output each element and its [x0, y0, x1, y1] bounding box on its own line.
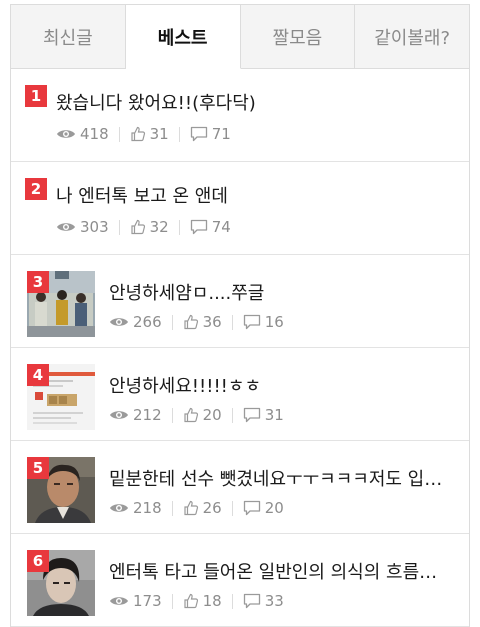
thumbs-up-icon: [131, 219, 145, 235]
comment-count-value: 71: [211, 125, 231, 143]
tab-best[interactable]: 베스트: [125, 5, 241, 69]
comment-count-value: 31: [264, 406, 284, 424]
comment-icon: [243, 593, 260, 609]
view-count-value: 173: [133, 592, 162, 610]
like-count-value: 32: [149, 218, 169, 236]
rank-badge: 5: [27, 457, 49, 479]
list-item[interactable]: 4 안녕하세요!!!!!ㅎㅎ 212 20 31: [11, 348, 469, 441]
view-count: 418: [56, 125, 109, 143]
comment-count-value: 74: [211, 218, 231, 236]
comment-count: 71: [190, 125, 231, 143]
comment-count-value: 33: [264, 592, 284, 610]
comment-count: 31: [243, 406, 284, 424]
list-item[interactable]: 6 엔터톡 타고 들어온 일반인의 의식의 흐름글(... 173 18 33: [11, 534, 469, 627]
divider: [118, 126, 120, 142]
divider: [118, 219, 120, 235]
comment-icon: [190, 126, 207, 142]
view-count-value: 212: [133, 406, 162, 424]
post-meta: 418 31 71: [56, 125, 231, 143]
view-count-value: 266: [133, 313, 162, 331]
comment-icon: [243, 314, 260, 330]
post-title[interactable]: 밑분한테 선수 뺏겼네요ㅜㅜㅋㅋㅋ저도 입덕...: [109, 465, 449, 491]
divider: [171, 500, 173, 516]
list-item[interactable]: 5 밑분한테 선수 뺏겼네요ㅜㅜㅋㅋㅋ저도 입덕... 218 26 20: [11, 441, 469, 534]
rank-badge: 4: [27, 364, 49, 386]
divider: [171, 314, 173, 330]
divider: [231, 407, 233, 423]
list-item[interactable]: 3 안녕하세얌ㅁ....쭈글 266 36 16: [11, 255, 469, 348]
eye-icon: [110, 597, 128, 605]
divider: [231, 500, 233, 516]
rank-badge: 1: [25, 85, 47, 107]
like-count: 36: [183, 313, 222, 331]
post-meta: 266 36 16: [109, 313, 284, 331]
rank-badge: 3: [27, 271, 49, 293]
view-count: 212: [109, 406, 162, 424]
divider: [231, 593, 233, 609]
post-title[interactable]: 나 엔터톡 보고 온 앤데: [56, 182, 456, 208]
rank-badge: 6: [27, 550, 49, 572]
thumbs-up-icon: [184, 593, 198, 609]
like-count-value: 20: [202, 406, 222, 424]
comment-icon: [243, 500, 260, 516]
like-count: 18: [183, 592, 222, 610]
view-count-value: 303: [80, 218, 109, 236]
view-count: 266: [109, 313, 162, 331]
thumbs-up-icon: [184, 314, 198, 330]
view-count: 218: [109, 499, 162, 517]
post-title[interactable]: 안녕하세얌ㅁ....쭈글: [109, 279, 449, 305]
rank-badge: 2: [25, 178, 47, 200]
list-item[interactable]: 2 나 엔터톡 보고 온 앤데 303 32 74: [11, 162, 469, 255]
eye-icon: [57, 130, 75, 138]
divider: [171, 593, 173, 609]
post-list: 1 왔습니다 왔어요!!(후다닥) 418 31 71 2 나 엔터톡 보고 온…: [11, 69, 469, 627]
post-meta: 212 20 31: [109, 406, 284, 424]
comment-count-value: 16: [264, 313, 284, 331]
divider: [231, 314, 233, 330]
view-count-value: 218: [133, 499, 162, 517]
comment-icon: [190, 219, 207, 235]
like-count: 20: [183, 406, 222, 424]
like-count-value: 36: [202, 313, 222, 331]
comment-count: 16: [243, 313, 284, 331]
like-count-value: 26: [202, 499, 222, 517]
post-meta: 173 18 33: [109, 592, 284, 610]
tab-bar: 최신글 베스트 짤모음 같이볼래?: [11, 4, 469, 69]
tab-watch-together[interactable]: 같이볼래?: [355, 5, 469, 68]
like-count: 26: [183, 499, 222, 517]
comment-count: 74: [190, 218, 231, 236]
eye-icon: [110, 504, 128, 512]
thumbs-up-icon: [131, 126, 145, 142]
comment-icon: [243, 407, 260, 423]
eye-icon: [57, 223, 75, 231]
comment-count: 33: [243, 592, 284, 610]
comment-count-value: 20: [264, 499, 284, 517]
divider: [178, 126, 180, 142]
post-title[interactable]: 엔터톡 타고 들어온 일반인의 의식의 흐름글(...: [109, 558, 449, 584]
thumbs-up-icon: [184, 500, 198, 516]
view-count: 173: [109, 592, 162, 610]
post-title[interactable]: 안녕하세요!!!!!ㅎㅎ: [109, 372, 449, 398]
eye-icon: [110, 411, 128, 419]
view-count: 303: [56, 218, 109, 236]
tab-images[interactable]: 짤모음: [241, 5, 356, 68]
tab-latest[interactable]: 최신글: [11, 5, 126, 68]
like-count-value: 18: [202, 592, 222, 610]
divider: [171, 407, 173, 423]
post-meta: 218 26 20: [109, 499, 284, 517]
like-count: 32: [130, 218, 169, 236]
post-meta: 303 32 74: [56, 218, 231, 236]
like-count-value: 31: [149, 125, 169, 143]
thumbs-up-icon: [184, 407, 198, 423]
eye-icon: [110, 318, 128, 326]
list-item[interactable]: 1 왔습니다 왔어요!!(후다닥) 418 31 71: [11, 69, 469, 162]
post-title[interactable]: 왔습니다 왔어요!!(후다닥): [56, 89, 456, 115]
app-frame: 최신글 베스트 짤모음 같이볼래? 1 왔습니다 왔어요!!(후다닥) 418 …: [10, 4, 470, 627]
divider: [178, 219, 180, 235]
like-count: 31: [130, 125, 169, 143]
view-count-value: 418: [80, 125, 109, 143]
comment-count: 20: [243, 499, 284, 517]
